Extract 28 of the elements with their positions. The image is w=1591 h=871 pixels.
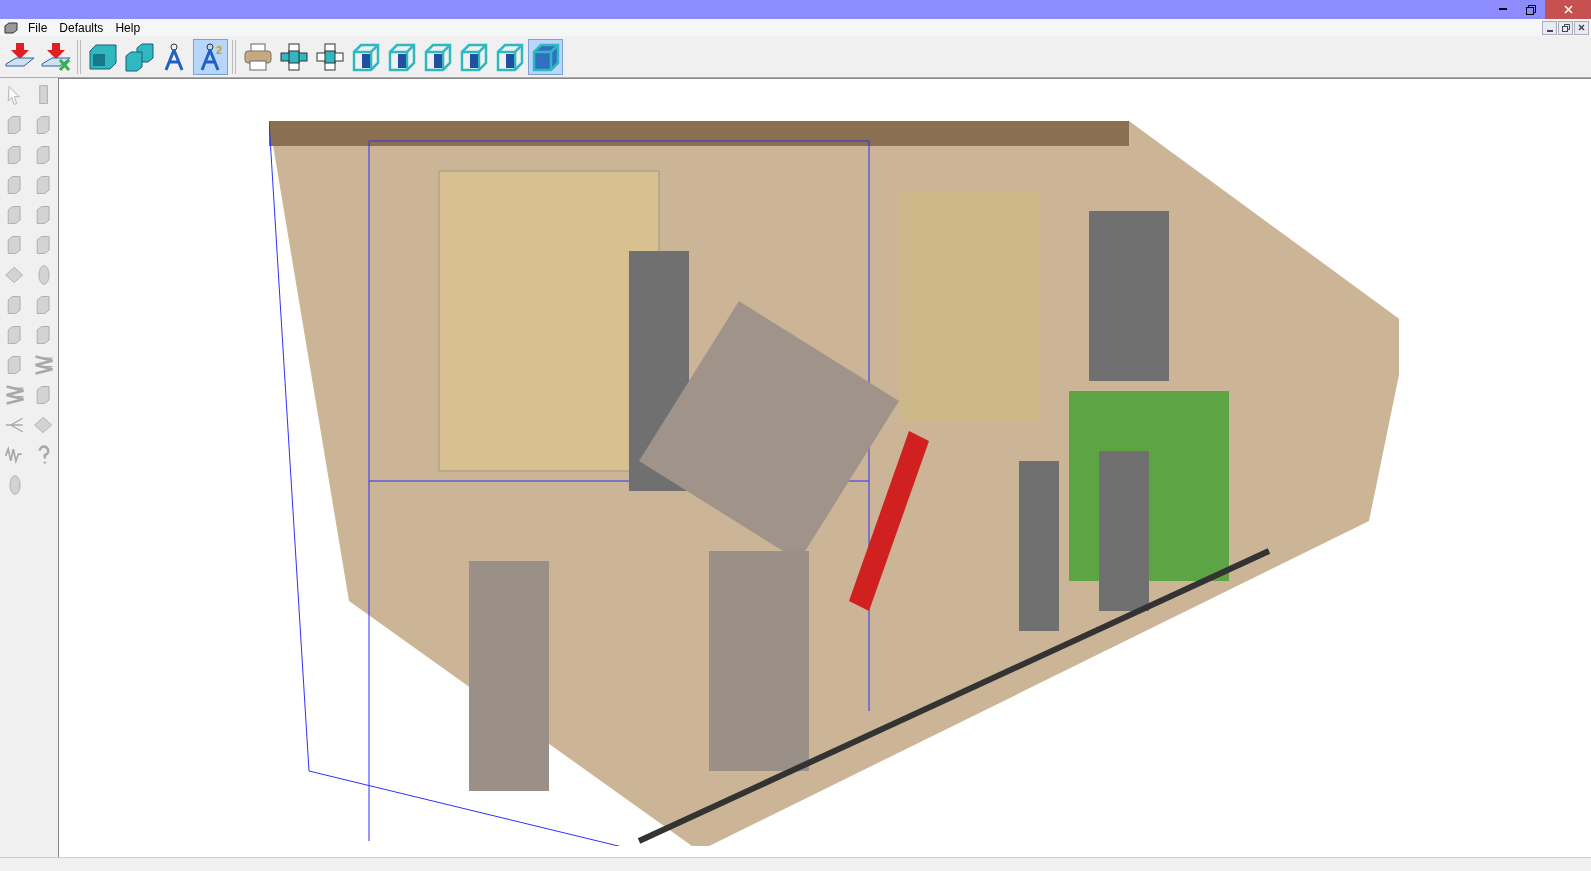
minimize-icon bbox=[1546, 29, 1553, 32]
duct-pair-icon bbox=[122, 41, 155, 72]
close-icon bbox=[1563, 5, 1573, 14]
child-minimize-button[interactable] bbox=[1542, 20, 1557, 35]
wireframe-box-icon bbox=[494, 41, 525, 72]
duct-icon bbox=[86, 41, 119, 72]
wireframe-box-icon bbox=[458, 41, 489, 72]
section-view-icon bbox=[314, 41, 345, 72]
child-restore-button[interactable] bbox=[1558, 20, 1573, 35]
wireframe-box-icon bbox=[350, 41, 381, 72]
coil-icon bbox=[3, 383, 26, 406]
minimize-icon bbox=[1499, 8, 1507, 11]
section-view-icon bbox=[278, 41, 309, 72]
solid-box-icon bbox=[530, 41, 561, 72]
menu-item[interactable]: File bbox=[22, 19, 54, 36]
app-icon bbox=[4, 21, 18, 34]
menu-item[interactable]: Defaults bbox=[53, 19, 110, 36]
close-icon bbox=[1578, 24, 1585, 31]
restore-icon bbox=[1526, 4, 1536, 15]
child-close-button[interactable] bbox=[1574, 20, 1589, 35]
wireframe-box-icon bbox=[422, 41, 453, 72]
toolbar-button[interactable] bbox=[528, 38, 563, 75]
restore-icon bbox=[1561, 23, 1570, 32]
coil-icon bbox=[32, 353, 55, 376]
menu-item[interactable]: Help bbox=[109, 19, 147, 36]
printer-icon bbox=[242, 41, 273, 72]
import-cancel-icon bbox=[39, 41, 72, 72]
wireframe-box-icon bbox=[386, 41, 417, 72]
